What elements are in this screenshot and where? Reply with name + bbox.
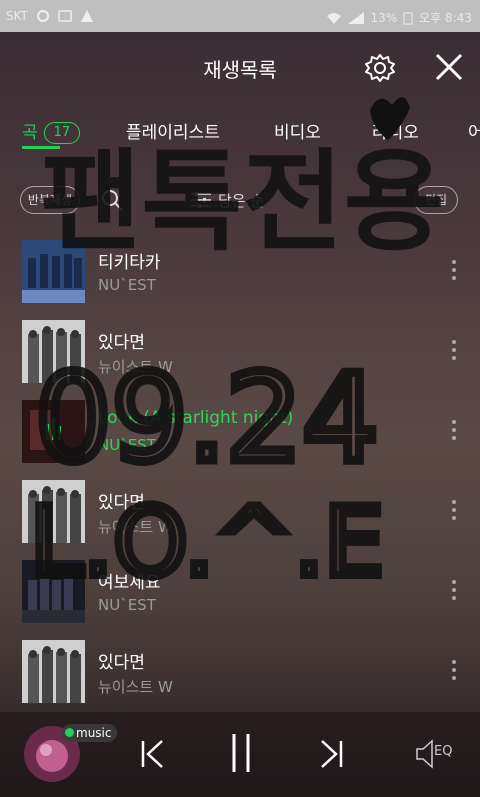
close-icon[interactable]: [432, 50, 466, 84]
album-thumbnail: [22, 320, 85, 383]
image-icon: [58, 10, 72, 22]
repeat-button[interactable]: 반복재생: [20, 186, 80, 214]
speaker-icon[interactable]: [414, 738, 436, 770]
warning-icon: [80, 10, 93, 22]
more-options-icon[interactable]: [448, 340, 460, 364]
song-title: Look (A starlight night): [98, 408, 294, 428]
more-options-icon[interactable]: [448, 580, 460, 604]
song-artist: 뉴이스트 W: [98, 518, 173, 536]
green-dot-icon: [65, 728, 74, 737]
tab-videos[interactable]: 비디오: [274, 118, 321, 143]
sort-filter-icon[interactable]: [190, 190, 212, 210]
album-thumbnail: [22, 240, 85, 303]
list-item[interactable]: 있다면 뉴이스트 W: [0, 312, 480, 392]
list-item[interactable]: 티키타카 NU`EST: [0, 232, 480, 312]
album-thumbnail: [22, 400, 85, 463]
carrier-label: SKT: [6, 9, 28, 23]
more-options-icon[interactable]: [448, 500, 460, 524]
battery-percent: 13%: [370, 10, 398, 25]
song-count-badge: 17: [43, 122, 81, 144]
music-chip: music: [62, 724, 118, 742]
song-artist: NU`EST: [98, 596, 156, 614]
next-track-icon[interactable]: [316, 738, 346, 770]
music-chip-label: music: [76, 726, 112, 740]
song-artist: 뉴이스트 W: [98, 358, 173, 376]
clock: 오후 8:43: [419, 11, 472, 25]
mini-player: music EQ: [0, 712, 480, 797]
list-toolbar: 반복재생 담은 순 편집: [0, 178, 480, 222]
notification-icon: [36, 10, 49, 22]
active-tab-indicator: [22, 146, 60, 149]
search-icon[interactable]: [100, 188, 124, 212]
signal-icon: [348, 11, 365, 24]
list-item-playing[interactable]: Look (A starlight night) NU`EST: [0, 392, 480, 472]
song-title: 있다면: [98, 333, 145, 353]
song-artist: NU`EST: [98, 276, 156, 294]
battery-icon: [403, 12, 413, 24]
tab-radio[interactable]: 라디오: [372, 118, 419, 143]
tab-more[interactable]: 어: [468, 118, 480, 143]
album-thumbnail: [22, 560, 85, 623]
header: 재생목록: [0, 32, 480, 100]
album-thumbnail: [22, 480, 85, 543]
sort-label[interactable]: 담은 순: [218, 190, 264, 211]
song-title: 있다면: [98, 653, 145, 673]
list-item[interactable]: 있다면 뉴이스트 W: [0, 472, 480, 552]
page-title: 재생목록: [203, 58, 277, 82]
tab-songs[interactable]: 곡 17: [22, 118, 81, 144]
tab-songs-label: 곡: [22, 123, 38, 143]
more-options-icon[interactable]: [448, 660, 460, 684]
song-artist: NU`EST: [98, 436, 156, 454]
edit-button[interactable]: 편집: [414, 186, 458, 214]
status-bar: SKT 13% 오후 8:43: [0, 0, 480, 32]
more-options-icon[interactable]: [448, 260, 460, 284]
song-artist: 뉴이스트 W: [98, 678, 173, 696]
wifi-icon: [327, 12, 342, 24]
song-title: 있다면: [98, 493, 145, 513]
previous-track-icon[interactable]: [138, 738, 168, 770]
tab-bar: 곡 17 플레이리스트 비디오 라디오 어: [0, 108, 480, 152]
song-title: 여보세요: [98, 573, 161, 593]
list-item[interactable]: 있다면 뉴이스트 W: [0, 632, 480, 712]
eq-label[interactable]: EQ: [434, 744, 452, 759]
album-thumbnail: [22, 640, 85, 703]
list-item[interactable]: 여보세요 NU`EST: [0, 552, 480, 632]
more-options-icon[interactable]: [448, 420, 460, 444]
song-title: 티키타카: [98, 253, 161, 273]
tab-playlists[interactable]: 플레이리스트: [126, 118, 220, 143]
pause-icon[interactable]: [228, 732, 254, 774]
settings-gear-icon[interactable]: [364, 52, 396, 84]
